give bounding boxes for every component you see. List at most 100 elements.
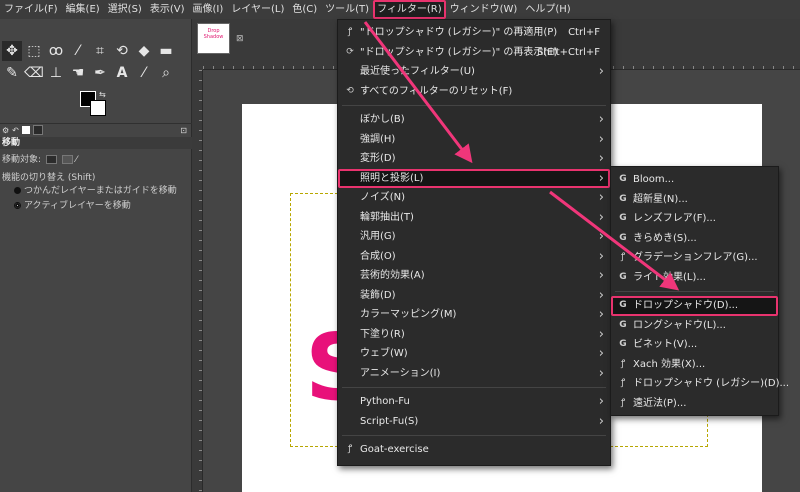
menu-item[interactable]: ぼかし(B) › <box>338 110 610 130</box>
menu-item-label: Python-Fu <box>360 396 410 407</box>
menubar-item[interactable]: 選択(S) <box>104 0 146 19</box>
menu-item[interactable]: ⟲ すべてのフィルターのリセット(F) <box>338 82 610 102</box>
undo-tab-icon[interactable]: ↶ <box>12 126 19 135</box>
menu-item[interactable]: Script-Fu(S) › <box>338 412 610 432</box>
chevron-right-icon: › <box>598 229 604 244</box>
ruler-corner[interactable] <box>192 59 203 70</box>
color-picker-icon[interactable]: ⁄ <box>134 63 154 83</box>
menu-item[interactable]: 変形(D) › <box>338 149 610 169</box>
radio-active-layer[interactable]: アクティブレイヤーを移動 <box>14 198 131 211</box>
menu-item-label: 変形(D) <box>360 153 396 164</box>
move-target-layer-icon[interactable] <box>45 155 57 164</box>
text-icon[interactable]: A <box>112 63 132 83</box>
menu-item[interactable]: G ライト効果(L)... <box>611 268 778 288</box>
menu-item-label: ドロップシャドウ (レガシー)(D)... <box>633 378 790 389</box>
menu-item[interactable]: G ロングシャドウ(L)... <box>611 316 778 336</box>
menu-item-label: 合成(O) <box>360 250 396 262</box>
gegl-icon: G <box>619 300 627 310</box>
menu-item-label: カラーマッピング(M) <box>360 309 457 320</box>
lasso-icon[interactable]: ꝏ <box>46 41 66 61</box>
smudge-icon[interactable]: ☚ <box>68 63 88 83</box>
menu-item[interactable]: ꝭ Goat-exercise <box>338 440 610 460</box>
images-tab-icon[interactable] <box>21 126 30 134</box>
path-icon[interactable]: ✒ <box>90 63 110 83</box>
menubar-item[interactable]: レイヤー(L) <box>227 0 288 19</box>
radio-pick-layer[interactable]: つかんだレイヤーまたはガイドを移動 <box>14 183 177 196</box>
device-tab-icon[interactable] <box>32 125 43 135</box>
gegl-icon: G <box>619 339 627 349</box>
menu-item[interactable]: G 超新星(N)... <box>611 190 778 210</box>
menu-item[interactable]: Python-Fu › <box>338 392 610 412</box>
gegl-icon: G <box>619 193 627 204</box>
move-target-selection-icon[interactable] <box>61 155 73 164</box>
menu-item[interactable]: G Bloom... <box>611 170 778 190</box>
crop-icon[interactable]: ⌗ <box>90 41 110 61</box>
vertical-ruler[interactable] <box>192 70 203 492</box>
plugin-icon: ꝭ <box>620 252 626 262</box>
menu-item[interactable]: ꝭ "ドロップシャドウ (レガシー)" の再適用(P) Ctrl+F <box>338 23 610 43</box>
gradient-icon[interactable]: ▬ <box>156 41 176 61</box>
reapply-icon: ꝭ <box>347 27 353 37</box>
menu-item-label: "ドロップシャドウ (レガシー)" の再表示(E) <box>360 46 558 58</box>
rect-select-icon[interactable]: ⬚ <box>24 41 44 61</box>
menu-item[interactable]: ꝭ グラデーションフレア(G)... <box>611 248 778 268</box>
menu-item[interactable]: ノイズ(N) › <box>338 188 610 208</box>
fuzzy-select-icon[interactable]: ⁄ <box>68 41 88 61</box>
radio-icon[interactable] <box>14 187 21 194</box>
menu-item[interactable]: ウェブ(W) › <box>338 344 610 364</box>
image-thumbnail[interactable]: Drop Shadow <box>197 23 230 54</box>
menu-item[interactable]: 芸術的効果(A) › <box>338 266 610 286</box>
menu-item[interactable]: 装飾(D) › <box>338 286 610 306</box>
menu-item[interactable]: ꝭ ドロップシャドウ (レガシー)(D)... <box>611 374 789 394</box>
menu-item[interactable]: 下塗り(R) › <box>338 325 610 345</box>
chevron-right-icon: › <box>598 112 604 127</box>
menu-item[interactable]: G きらめき(S)... <box>611 229 778 249</box>
chevron-right-icon: › <box>598 190 604 205</box>
move-icon[interactable]: ✥ <box>2 41 22 61</box>
menubar-item[interactable]: 編集(E) <box>62 0 104 19</box>
bucket-icon[interactable]: ◆ <box>134 41 154 61</box>
dock-menu-icon[interactable]: ⊡ <box>180 126 187 135</box>
menu-item-label: すべてのフィルターのリセット(F) <box>360 85 513 97</box>
background-color[interactable] <box>90 100 106 116</box>
menu-item[interactable]: G レンズフレア(F)... <box>611 209 778 229</box>
menubar-item[interactable]: ファイル(F) <box>0 0 62 19</box>
menu-item[interactable]: アニメーション(I) › <box>338 364 610 384</box>
chevron-right-icon: › <box>598 268 604 283</box>
eraser-icon[interactable]: ⌫ <box>24 63 44 83</box>
menubar-item[interactable]: ヘルプ(H) <box>521 0 574 19</box>
menu-item[interactable]: ꝭ Xach 効果(X)... <box>611 355 778 375</box>
clone-icon[interactable]: ⊥ <box>46 63 66 83</box>
move-target-path-icon[interactable]: ⁄ <box>76 155 78 165</box>
menu-item[interactable]: G ドロップシャドウ(D)... <box>611 296 778 316</box>
menubar-item[interactable]: ツール(T) <box>321 0 373 19</box>
menubar-item[interactable]: フィルター(R) <box>373 0 446 19</box>
paintbrush-icon[interactable]: ✎ <box>2 63 22 83</box>
menu-item[interactable]: カラーマッピング(M) › <box>338 305 610 325</box>
menubar-item[interactable]: 表示(V) <box>146 0 189 19</box>
tool-options-tab-icon[interactable]: ⚙ <box>2 126 9 135</box>
menu-item[interactable]: ⟳ "ドロップシャドウ (レガシー)" の再表示(E) Shift+Ctrl+F <box>338 43 610 63</box>
menu-item[interactable]: ꝭ 遠近法(P)... <box>611 394 778 414</box>
chevron-right-icon: › <box>598 151 604 166</box>
menubar-item[interactable]: 色(C) <box>288 0 321 19</box>
menu-item[interactable]: 合成(O) › <box>338 247 610 267</box>
radio-selected-icon[interactable] <box>14 202 21 209</box>
close-image-icon[interactable]: ⊠ <box>236 34 244 44</box>
color-swatches[interactable]: ⇆ <box>80 90 112 123</box>
swap-colors-icon[interactable]: ⇆ <box>99 90 106 99</box>
menu-item[interactable]: 最近使ったフィルター(U) › <box>338 62 610 82</box>
menu-item[interactable]: 汎用(G) › <box>338 227 610 247</box>
menubar-item[interactable]: 画像(I) <box>189 0 228 19</box>
menu-item[interactable]: 輪郭抽出(T) › <box>338 208 610 228</box>
menu-item[interactable]: 強調(H) › <box>338 130 610 150</box>
chevron-right-icon: › <box>598 326 604 342</box>
zoom-icon[interactable]: ⌕ <box>156 63 176 83</box>
gegl-icon: G <box>619 174 627 184</box>
menu-item[interactable]: 照明と投影(L) › <box>338 168 610 188</box>
menubar-item[interactable]: ウィンドウ(W) <box>446 0 522 19</box>
gegl-icon: G <box>619 271 627 282</box>
warp-icon[interactable]: ⟲ <box>112 41 132 61</box>
reset-icon: ⟲ <box>346 85 354 96</box>
menu-item[interactable]: G ビネット(V)... <box>611 335 778 355</box>
